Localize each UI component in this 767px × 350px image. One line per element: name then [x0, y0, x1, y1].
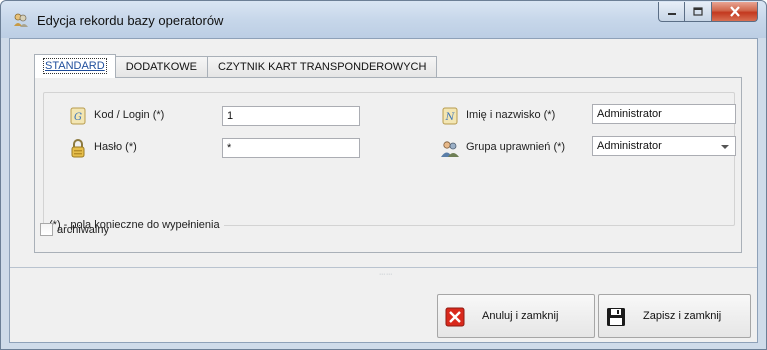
group-select-value: Administrator [597, 140, 662, 152]
login-input[interactable]: 1 [222, 106, 360, 126]
tab-strip: STANDARD DODATKOWE CZYTNIK KART TRANSPON… [34, 54, 438, 78]
tab-label: STANDARD [43, 58, 107, 74]
svg-text:G: G [74, 112, 82, 123]
chevron-down-icon [721, 145, 729, 149]
name-label: Imię i nazwisko (*) [466, 109, 556, 121]
password-label: Hasło (*) [94, 141, 137, 153]
save-floppy-icon [606, 307, 626, 327]
login-label: Kod / Login (*) [94, 109, 165, 121]
archived-label: archiwalny [57, 223, 109, 236]
window-controls [658, 2, 758, 22]
group-label: Grupa uprawnień (*) [466, 141, 566, 153]
dialog-window: Edycja rekordu bazy operatorów STANDARD … [0, 0, 767, 350]
cancel-close-button[interactable]: Anuluj i zamknij [437, 294, 595, 338]
tab-label: DODATKOWE [125, 61, 197, 73]
dialog-client-area: STANDARD DODATKOWE CZYTNIK KART TRANSPON… [9, 38, 758, 343]
user-group-icon [440, 138, 460, 158]
title-bar[interactable]: Edycja rekordu bazy operatorów [1, 1, 766, 38]
maximize-icon [693, 7, 703, 16]
splitter-grip[interactable]: ⋯⋯ [379, 271, 393, 278]
archived-checkbox-row[interactable]: archiwalny [40, 223, 109, 236]
save-close-button[interactable]: Zapisz i zamknij [598, 294, 751, 338]
padlock-icon [68, 138, 88, 158]
form-groupbox: G Kod / Login (*) 1 Hasło (*) * N Imię i… [43, 92, 736, 226]
minimize-icon [667, 12, 676, 15]
footer-divider [10, 267, 757, 268]
tab-label: CZYTNIK KART TRANSPONDEROWYCH [218, 61, 427, 73]
tab-czytnik-kart[interactable]: CZYTNIK KART TRANSPONDEROWYCH [207, 56, 438, 78]
tab-dodatkowe[interactable]: DODATKOWE [114, 56, 208, 78]
login-card-icon: G [68, 106, 88, 126]
svg-text:N: N [445, 112, 456, 123]
password-input[interactable]: * [222, 138, 360, 158]
tab-panel-standard: G Kod / Login (*) 1 Hasło (*) * N Imię i… [34, 77, 742, 253]
close-icon [729, 6, 740, 17]
name-card-icon: N [440, 106, 460, 126]
archived-checkbox[interactable] [40, 223, 53, 236]
maximize-button[interactable] [685, 2, 712, 22]
group-select[interactable]: Administrator [592, 136, 736, 156]
name-input[interactable]: Administrator [592, 104, 736, 124]
close-button[interactable] [712, 2, 758, 22]
save-button-label: Zapisz i zamknij [643, 310, 722, 322]
tab-standard[interactable]: STANDARD [34, 54, 116, 78]
window-title: Edycja rekordu bazy operatorów [37, 13, 224, 28]
cancel-x-icon [445, 307, 465, 327]
minimize-button[interactable] [658, 2, 685, 22]
cancel-button-label: Anuluj i zamknij [482, 310, 559, 322]
users-key-icon [13, 12, 29, 28]
